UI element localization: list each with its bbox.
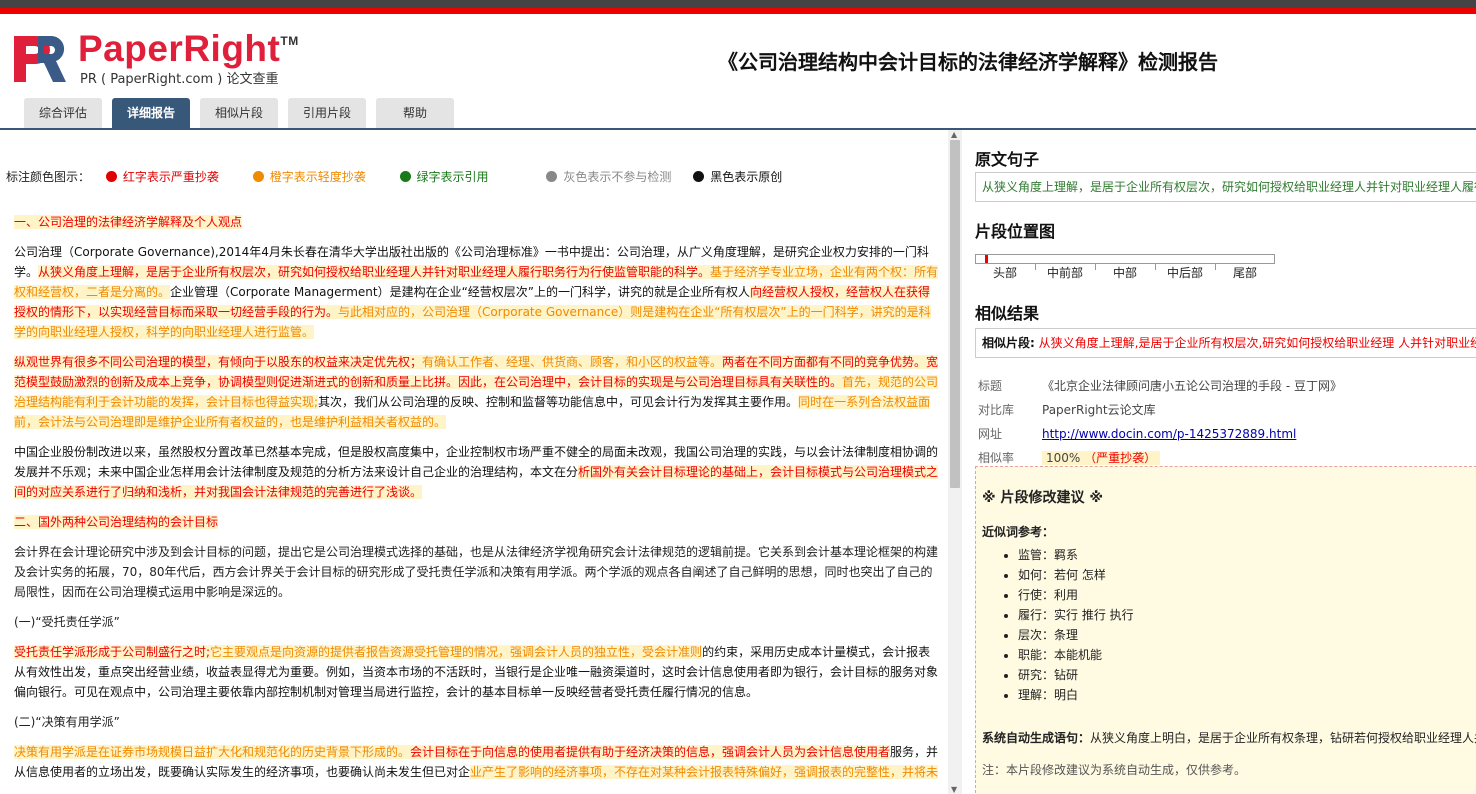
suggestion-title: ※ 片段修改建议 ※ <box>982 490 1103 506</box>
section-heading: 一、公司治理的法律经济学解释及个人观点 <box>14 215 243 229</box>
report-body-panel: 标注颜色图示： 红字表示严重抄袭 橙字表示轻度抄袭 绿字表示引用 灰色表示不参与… <box>0 130 946 794</box>
auto-generated-sentence: 系统自动生成语句：从狭义角度上明白，是居于企业所有权条理，钻研若何授权给职业经理… <box>982 731 1476 745</box>
sub-heading: (二)“决策有用学派” <box>14 715 120 729</box>
synonym-list: 监管：羁系 如何：若何 怎样 行使：利用 履行：实行 推行 执行 层次：条理 职… <box>982 545 1134 705</box>
source-meta: 标题 《北京企业法律顾问唐小五论公司治理的手段 - 豆丁网》 对比库 PaperRi… <box>978 379 1342 465</box>
list-item: 理解：明白 <box>1018 685 1134 705</box>
tab-help[interactable]: 帮助 <box>376 98 454 128</box>
position-label-mid: 中部 <box>1113 266 1138 280</box>
scrollbar-thumb[interactable] <box>950 140 960 488</box>
top-border-red <box>0 8 1476 14</box>
tab-bar: 综合评估 详细报告 相似片段 引用片段 帮助 <box>24 98 454 128</box>
black-dot-icon <box>693 171 705 182</box>
green-dot-icon <box>399 171 411 182</box>
left-scrollbar[interactable]: ▲ ▼ <box>948 130 962 794</box>
top-border-gray <box>0 0 1476 8</box>
scroll-down-icon[interactable]: ▼ <box>951 785 957 794</box>
modify-suggestion-box: ※ 片段修改建议 ※ 近似词参考： 监管：羁系 如何：若何 怎样 行使：利用 履… <box>975 466 1476 794</box>
sub-heading: (一)“受托责任学派” <box>14 615 120 629</box>
fragment-severe[interactable]: 从狭义角度上理解，是居于企业所有权层次，研究如何授权给职业经理人并针对职业经理人… <box>38 265 711 279</box>
fragment-light[interactable]: 有确认工作者、经理、供货商、顾客，和小区的权益等。 <box>422 355 723 369</box>
fragment-light[interactable]: 它主要观点是向资源的提供者报告资源受托管理的情况，强调会计人员的独立性，受会计准… <box>210 645 703 659</box>
section-heading: 二、国外两种公司治理结构的会计目标 <box>14 515 219 529</box>
trademark: TM <box>280 34 299 48</box>
position-map-title: 片段位置图 <box>975 222 1056 241</box>
fragment-light[interactable]: 业产生了影响的经济事项，不存在对某种会计报表特殊偏好，强调报表的完整性，并将未 <box>470 765 939 779</box>
fragment-severe[interactable]: 会计目标在于向信息的使用者提供有助于经济决策的信息，强调会计人员为会计信息使用者 <box>410 745 891 759</box>
position-label-head: 头部 <box>993 266 1018 280</box>
position-labels: 头部 中前部 中部 中后部 尾部 <box>975 264 1275 280</box>
position-bar <box>975 254 1275 264</box>
list-item: 职能：本能机能 <box>1018 645 1134 665</box>
original-sentence-title: 原文句子 <box>975 150 1040 169</box>
fragment-severe[interactable]: 受托责任学派形成于公司制盛行之时; <box>14 645 211 659</box>
list-item: 行使：利用 <box>1018 585 1134 605</box>
original-sentence-box: 从狭义角度上理解，是居于企业所有权层次，研究如何授权给职业经理人并针对职业经理人… <box>975 172 1476 202</box>
source-url-link[interactable]: http://www.docin.com/p-1425372889.html <box>1042 427 1296 441</box>
fragment-detail-panel: 原文句子 从狭义角度上理解，是居于企业所有权层次，研究如何授权给职业经理人并针对… <box>964 130 1476 794</box>
color-legend: 标注颜色图示： 红字表示严重抄袭 橙字表示轻度抄袭 绿字表示引用 灰色表示不参与… <box>6 168 782 185</box>
legend-title: 标注颜色图示： <box>6 170 91 184</box>
list-item: 监管：羁系 <box>1018 545 1134 565</box>
list-item: 履行：实行 推行 执行 <box>1018 605 1134 625</box>
position-label-back-mid: 中后部 <box>1167 266 1204 280</box>
tab-cited-fragments[interactable]: 引用片段 <box>288 98 366 128</box>
red-dot-icon <box>105 171 117 182</box>
list-item: 如何：若何 怎样 <box>1018 565 1134 585</box>
similar-fragment-box: 相似片段: 从狭义角度上理解,是居于企业所有权层次,研究如何授权给职业经理 人并… <box>975 328 1476 358</box>
position-marker <box>984 255 988 263</box>
paperright-logo-icon <box>14 36 66 82</box>
logo: PaperRightTM PR ( PaperRight.com ) 论文查重 <box>12 28 312 90</box>
legend-item-cite: 绿字表示引用 <box>399 168 489 185</box>
tab-summary[interactable]: 综合评估 <box>24 98 102 128</box>
source-database: PaperRight云论文库 <box>1042 403 1156 417</box>
suggestion-note: 注：本片段修改建议为系统自动生成，仅供参考。 <box>982 763 1247 777</box>
orange-dot-icon <box>252 171 264 182</box>
brand-name: PaperRightTM <box>78 28 299 69</box>
paragraph: 公司治理（Corporate Governance),2014年4月朱长春在清华… <box>14 245 939 339</box>
report-title: 《公司治理结构中会计目标的法律经济学解释》检测报告 <box>718 50 1218 74</box>
scroll-up-icon[interactable]: ▲ <box>951 130 957 139</box>
list-item: 研究：钻研 <box>1018 665 1134 685</box>
report-content: 一、公司治理的法律经济学解释及个人观点 公司治理（Corporate Gover… <box>14 212 940 792</box>
legend-item-severe: 红字表示严重抄袭 <box>105 168 219 185</box>
paragraph: 会计界在会计理论研究中涉及到会计目标的问题，提出它是公司治理模式选择的基础，也是… <box>14 545 939 599</box>
gray-dot-icon <box>546 171 558 182</box>
legend-item-light: 橙字表示轻度抄袭 <box>252 168 366 185</box>
similarity-rate: 100% （严重抄袭） <box>1042 451 1161 465</box>
similar-results-title: 相似结果 <box>975 304 1040 323</box>
fragment-severe[interactable]: 纵观世界有很多不同公司治理的模型，有倾向于以股东的权益来决定优先权； <box>14 355 423 369</box>
synonym-label: 近似词参考： <box>982 525 1055 539</box>
legend-item-excluded: 灰色表示不参与检测 <box>546 168 671 185</box>
paragraph: 纵观世界有很多不同公司治理的模型，有倾向于以股东的权益来决定优先权；有确认工作者… <box>14 355 939 429</box>
legend-item-original: 黑色表示原创 <box>693 168 782 185</box>
paragraph: 中国企业股份制改进以来，虽然股权分置改革已然基本完成，但是股权高度集中，企业控制… <box>14 445 939 499</box>
position-label-front-mid: 中前部 <box>1047 266 1084 280</box>
paragraph: 受托责任学派形成于公司制盛行之时;它主要观点是向资源的提供者报告资源受托管理的情… <box>14 645 939 699</box>
tab-detail-report[interactable]: 详细报告 <box>112 98 190 128</box>
brand-subtitle: PR ( PaperRight.com ) 论文查重 <box>80 72 279 87</box>
list-item: 层次：条理 <box>1018 625 1134 645</box>
fragment-light[interactable]: 决策有用学派是在证券市场规模日益扩大化和规范化的历史背景下形成的。 <box>14 745 411 759</box>
paragraph: 决策有用学派是在证券市场规模日益扩大化和规范化的历史背景下形成的。会计目标在于向… <box>14 745 939 779</box>
tab-similar-fragments[interactable]: 相似片段 <box>200 98 278 128</box>
position-label-tail: 尾部 <box>1233 266 1258 280</box>
source-title: 《北京企业法律顾问唐小五论公司治理的手段 - 豆丁网》 <box>1042 379 1342 393</box>
